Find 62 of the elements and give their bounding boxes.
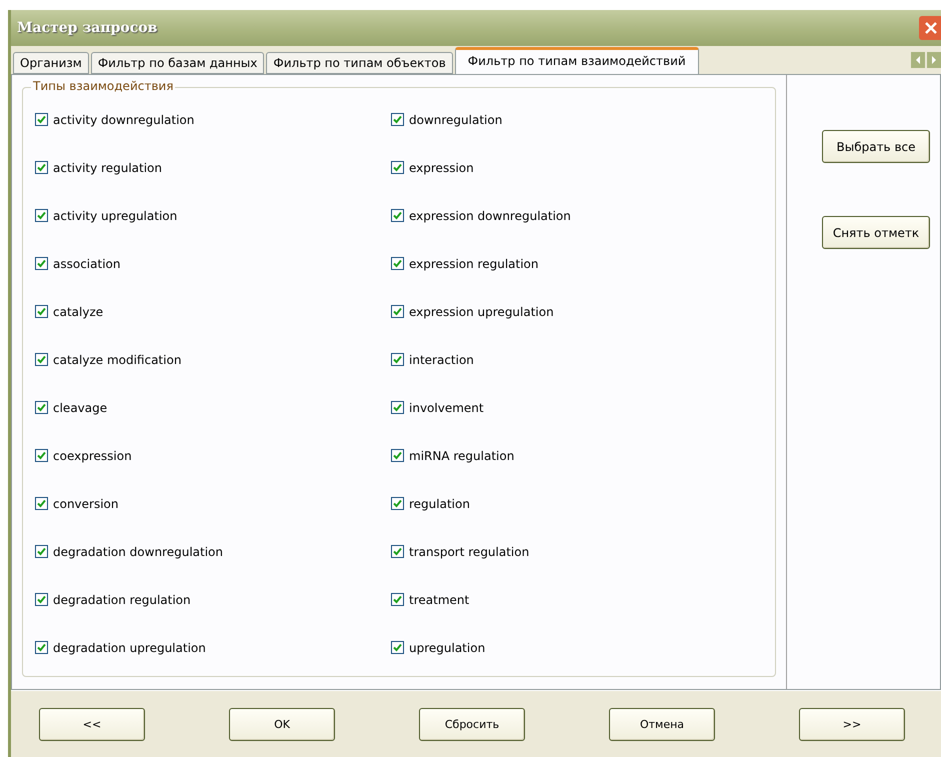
checkbox-label[interactable]: degradation upregulation	[53, 640, 206, 654]
checkbox[interactable]	[35, 401, 48, 414]
checkbox[interactable]	[391, 113, 404, 126]
footer-button[interactable]: Сбросить	[419, 708, 525, 740]
checkbox[interactable]	[35, 161, 48, 174]
checkbox[interactable]	[391, 497, 404, 510]
checkbox-label[interactable]: catalyze modification	[53, 352, 182, 366]
footer-button[interactable]: <<	[39, 708, 145, 740]
checkbox-label[interactable]: expression regulation	[409, 256, 538, 270]
checkbox-label[interactable]: degradation regulation	[53, 592, 191, 606]
checkbox-label[interactable]: expression	[409, 160, 474, 174]
checkbox-label[interactable]: conversion	[53, 496, 118, 510]
checkbox[interactable]	[35, 449, 48, 462]
checkbox[interactable]	[35, 497, 48, 510]
checkbox-label[interactable]: involvement	[409, 400, 484, 414]
side-button[interactable]: Выбрать все	[822, 130, 930, 163]
checkbox[interactable]	[35, 113, 48, 126]
checkbox[interactable]	[391, 449, 404, 462]
checkbox[interactable]	[391, 257, 404, 270]
checkbox-label[interactable]: transport regulation	[409, 544, 530, 558]
checkbox[interactable]	[391, 545, 404, 558]
checkbox[interactable]	[391, 593, 404, 606]
tab[interactable]: Фильтр по базам данных	[90, 52, 264, 74]
side-button[interactable]: Снять отметк	[822, 216, 930, 249]
checkbox-label[interactable]: activity regulation	[53, 160, 162, 174]
checkbox-label[interactable]: activity upregulation	[53, 208, 178, 222]
checkbox[interactable]	[35, 641, 48, 654]
footer-button[interactable]: >>	[799, 708, 905, 740]
checkbox[interactable]	[35, 257, 48, 270]
close-icon[interactable]	[919, 16, 941, 40]
checkbox-label[interactable]: expression upregulation	[409, 304, 554, 318]
checkbox[interactable]	[35, 353, 48, 366]
checkbox-label[interactable]: treatment	[409, 592, 470, 606]
tab[interactable]: Организм	[13, 52, 89, 74]
group-title: Типы взаимодействия	[31, 79, 176, 93]
footer-button[interactable]: Отмена	[609, 708, 715, 740]
checkbox[interactable]	[391, 401, 404, 414]
footer-button[interactable]: OK	[229, 708, 335, 740]
checkbox-label[interactable]: downregulation	[409, 112, 502, 126]
checkbox-label[interactable]: upregulation	[409, 640, 486, 654]
checkbox-label[interactable]: degradation downregulation	[53, 544, 224, 558]
checkbox[interactable]	[35, 593, 48, 606]
checkbox-label[interactable]: coexpression	[53, 448, 132, 462]
checkbox-label[interactable]: miRNA regulation	[409, 448, 514, 462]
checkbox-label[interactable]: association	[53, 256, 120, 270]
checkbox-label[interactable]: catalyze	[53, 304, 104, 318]
checkbox-label[interactable]: interaction	[409, 352, 474, 366]
checkbox[interactable]	[391, 353, 404, 366]
checkbox[interactable]	[391, 305, 404, 318]
window-title: Мастер запросов	[17, 20, 158, 36]
checkbox[interactable]	[391, 161, 404, 174]
checkbox-label[interactable]: cleavage	[53, 400, 108, 414]
checkbox-label[interactable]: expression downregulation	[409, 208, 571, 222]
checkbox-label[interactable]: activity downregulation	[53, 112, 194, 126]
checkbox[interactable]	[391, 209, 404, 222]
checkbox[interactable]	[35, 545, 48, 558]
checkbox-label[interactable]: regulation	[409, 496, 470, 510]
tab[interactable]: Фильтр по типам объектов	[266, 52, 453, 74]
checkbox[interactable]	[35, 305, 48, 318]
tab[interactable]: Фильтр по типам взаимодействий	[454, 47, 699, 74]
checkbox[interactable]	[35, 209, 48, 222]
checkbox[interactable]	[391, 641, 404, 654]
